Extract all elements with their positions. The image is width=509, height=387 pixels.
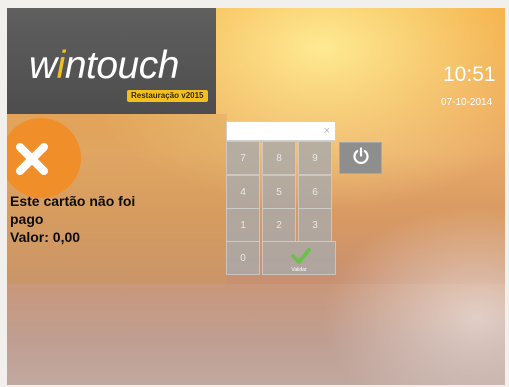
key-7[interactable]: 7 <box>226 141 260 175</box>
x-icon <box>15 142 49 181</box>
bottom-area <box>7 284 505 385</box>
clear-icon[interactable]: × <box>324 125 330 137</box>
screen: wintouch Restauração v2015 10:51 07-10-2… <box>7 8 505 385</box>
clock-time: 10:51 <box>443 63 496 86</box>
error-message: Este cartão não foi pago Valor: 0,00 <box>10 192 185 246</box>
keypad-display[interactable]: × <box>226 121 336 141</box>
key-1[interactable]: 1 <box>226 208 260 242</box>
clock-date: 07-10-2014 <box>441 97 493 108</box>
power-icon <box>352 146 370 170</box>
key-2[interactable]: 2 <box>262 208 296 242</box>
key-6[interactable]: 6 <box>298 175 332 209</box>
key-5[interactable]: 5 <box>262 175 296 209</box>
key-0[interactable]: 0 <box>226 241 260 275</box>
confirm-button[interactable]: Validar <box>262 241 336 275</box>
brand-logo: wintouch <box>29 44 179 87</box>
power-button[interactable] <box>339 142 382 174</box>
edition-badge: Restauração v2015 <box>127 90 208 102</box>
key-4[interactable]: 4 <box>226 175 260 209</box>
message-line-2: pago <box>10 211 44 227</box>
key-3[interactable]: 3 <box>298 208 332 242</box>
key-9[interactable]: 9 <box>298 141 332 175</box>
message-line-1: Este cartão não foi <box>10 193 136 209</box>
key-8[interactable]: 8 <box>262 141 296 175</box>
confirm-label: Validar <box>291 267 307 273</box>
message-amount: Valor: 0,00 <box>10 229 81 245</box>
logo-panel: wintouch Restauração v2015 <box>7 8 216 114</box>
